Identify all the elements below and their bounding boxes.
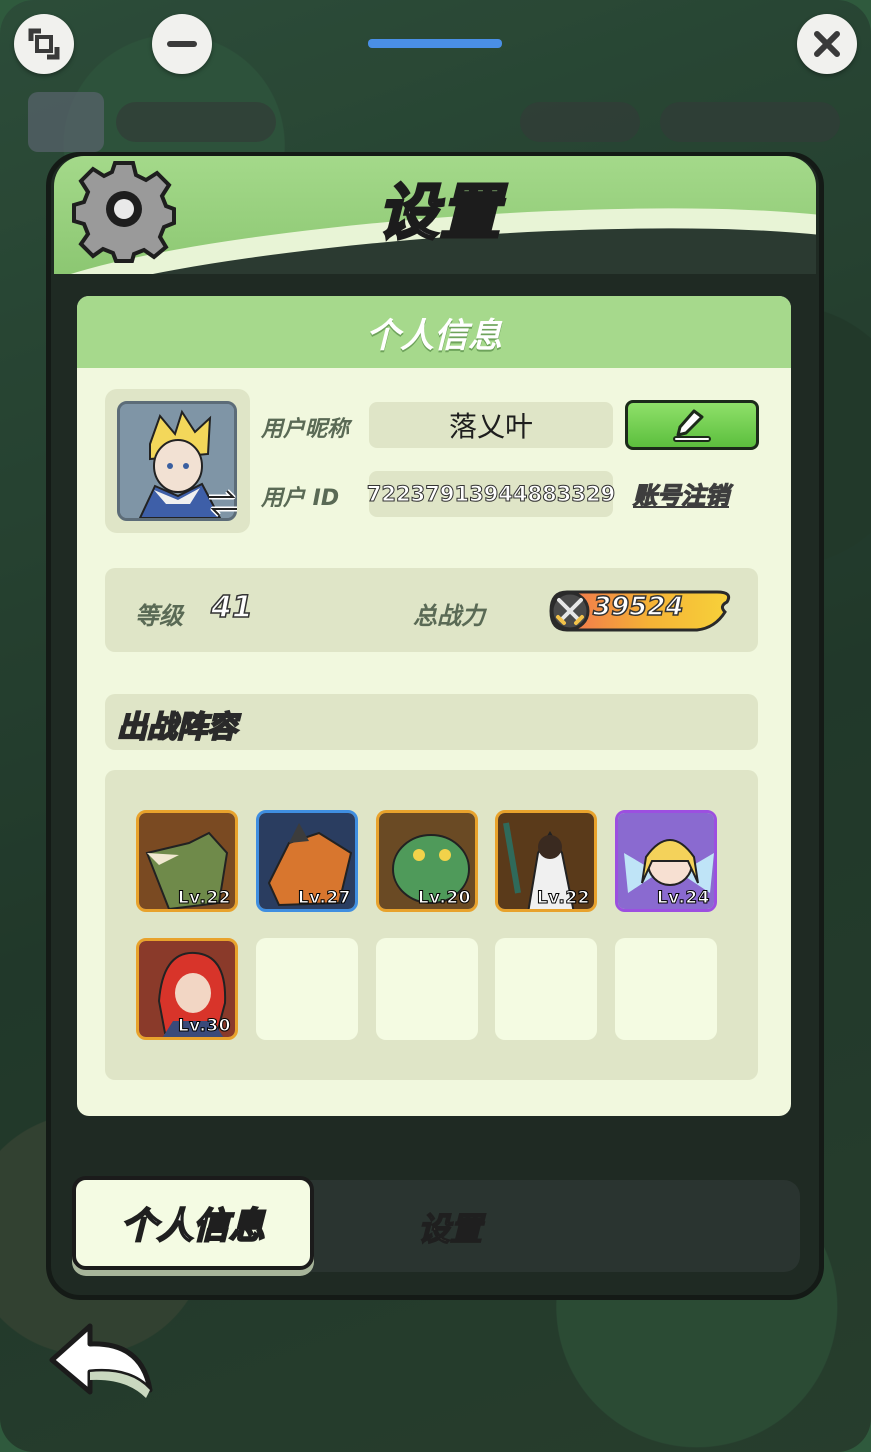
hero-level: Lv.27 <box>297 888 351 909</box>
hero-slot-2[interactable]: Lv.27 <box>256 810 358 912</box>
power-label: 总战力 <box>413 602 485 630</box>
expand-button[interactable] <box>14 14 74 74</box>
personal-info-card: 个人信息 用户昵称 落乂叶 用户 ID 72237913944883329 账号… <box>77 296 791 1116</box>
empty-hero-slot[interactable] <box>256 938 358 1040</box>
power-badge: 39524 <box>547 588 733 634</box>
empty-hero-slot[interactable] <box>615 938 717 1040</box>
deregister-account-link[interactable]: 账号注销 <box>632 476 729 511</box>
drag-handle[interactable] <box>368 39 502 48</box>
tab-personal-info[interactable]: 个人信息 <box>72 1176 314 1270</box>
nickname-field: 落乂叶 <box>369 402 613 448</box>
crossed-swords-icon <box>556 598 584 625</box>
hero-level: Lv.22 <box>177 888 231 909</box>
tab-personal-info-label: 个人信息 <box>120 1205 266 1248</box>
hero-level: Lv.20 <box>417 888 471 909</box>
game-hud <box>20 92 851 152</box>
user-id-value: 72237913944883329 <box>366 482 616 507</box>
hero-slot-3[interactable]: Lv.20 <box>376 810 478 912</box>
hero-slot-5[interactable]: Lv.24 <box>615 810 717 912</box>
close-button[interactable] <box>797 14 857 74</box>
section-title: 个人信息 <box>366 315 502 356</box>
expand-icon <box>28 28 60 60</box>
pencil-icon <box>673 409 711 442</box>
hero-slot-4[interactable]: Lv.22 <box>495 810 597 912</box>
nickname-label: 用户昵称 <box>261 417 350 442</box>
panel-title: 设置 <box>377 177 502 250</box>
nickname-value: 落乂叶 <box>448 410 533 443</box>
power-value: 39524 <box>592 591 684 623</box>
hero-level: Lv.30 <box>177 1016 231 1037</box>
empty-hero-slot[interactable] <box>376 938 478 1040</box>
hero-slot-6[interactable]: Lv.30 <box>136 938 238 1040</box>
lineup-title: 出战阵容 <box>116 709 238 746</box>
level-label: 等级 <box>135 602 183 630</box>
gear-icon <box>72 161 176 263</box>
close-icon <box>814 31 840 57</box>
level-value: 41 <box>210 589 253 626</box>
lineup-grid: Lv.22 Lv.27 Lv.20 Lv.22 Lv.24 Lv.30 <box>105 770 758 1080</box>
stats-bar: 等级 41 总战力 39524 <box>105 568 758 652</box>
section-header: 个人信息 <box>77 296 791 368</box>
tab-settings[interactable]: 设置 <box>380 1200 520 1254</box>
empty-hero-slot[interactable] <box>495 938 597 1040</box>
swap-avatar-icon[interactable] <box>205 485 241 521</box>
minimize-icon <box>167 41 197 47</box>
avatar-frame[interactable] <box>105 389 250 533</box>
hero-level: Lv.24 <box>656 888 710 909</box>
user-id-field: 72237913944883329 <box>366 471 616 517</box>
back-arrow-icon[interactable] <box>46 1320 156 1404</box>
user-id-label: 用户 ID <box>261 486 340 511</box>
tab-settings-label: 设置 <box>417 1209 483 1249</box>
hero-slot-1[interactable]: Lv.22 <box>136 810 238 912</box>
minimize-button[interactable] <box>152 14 212 74</box>
edit-nickname-button[interactable] <box>625 400 759 450</box>
lineup-header: 出战阵容 <box>105 694 758 750</box>
hero-level: Lv.22 <box>536 888 590 909</box>
